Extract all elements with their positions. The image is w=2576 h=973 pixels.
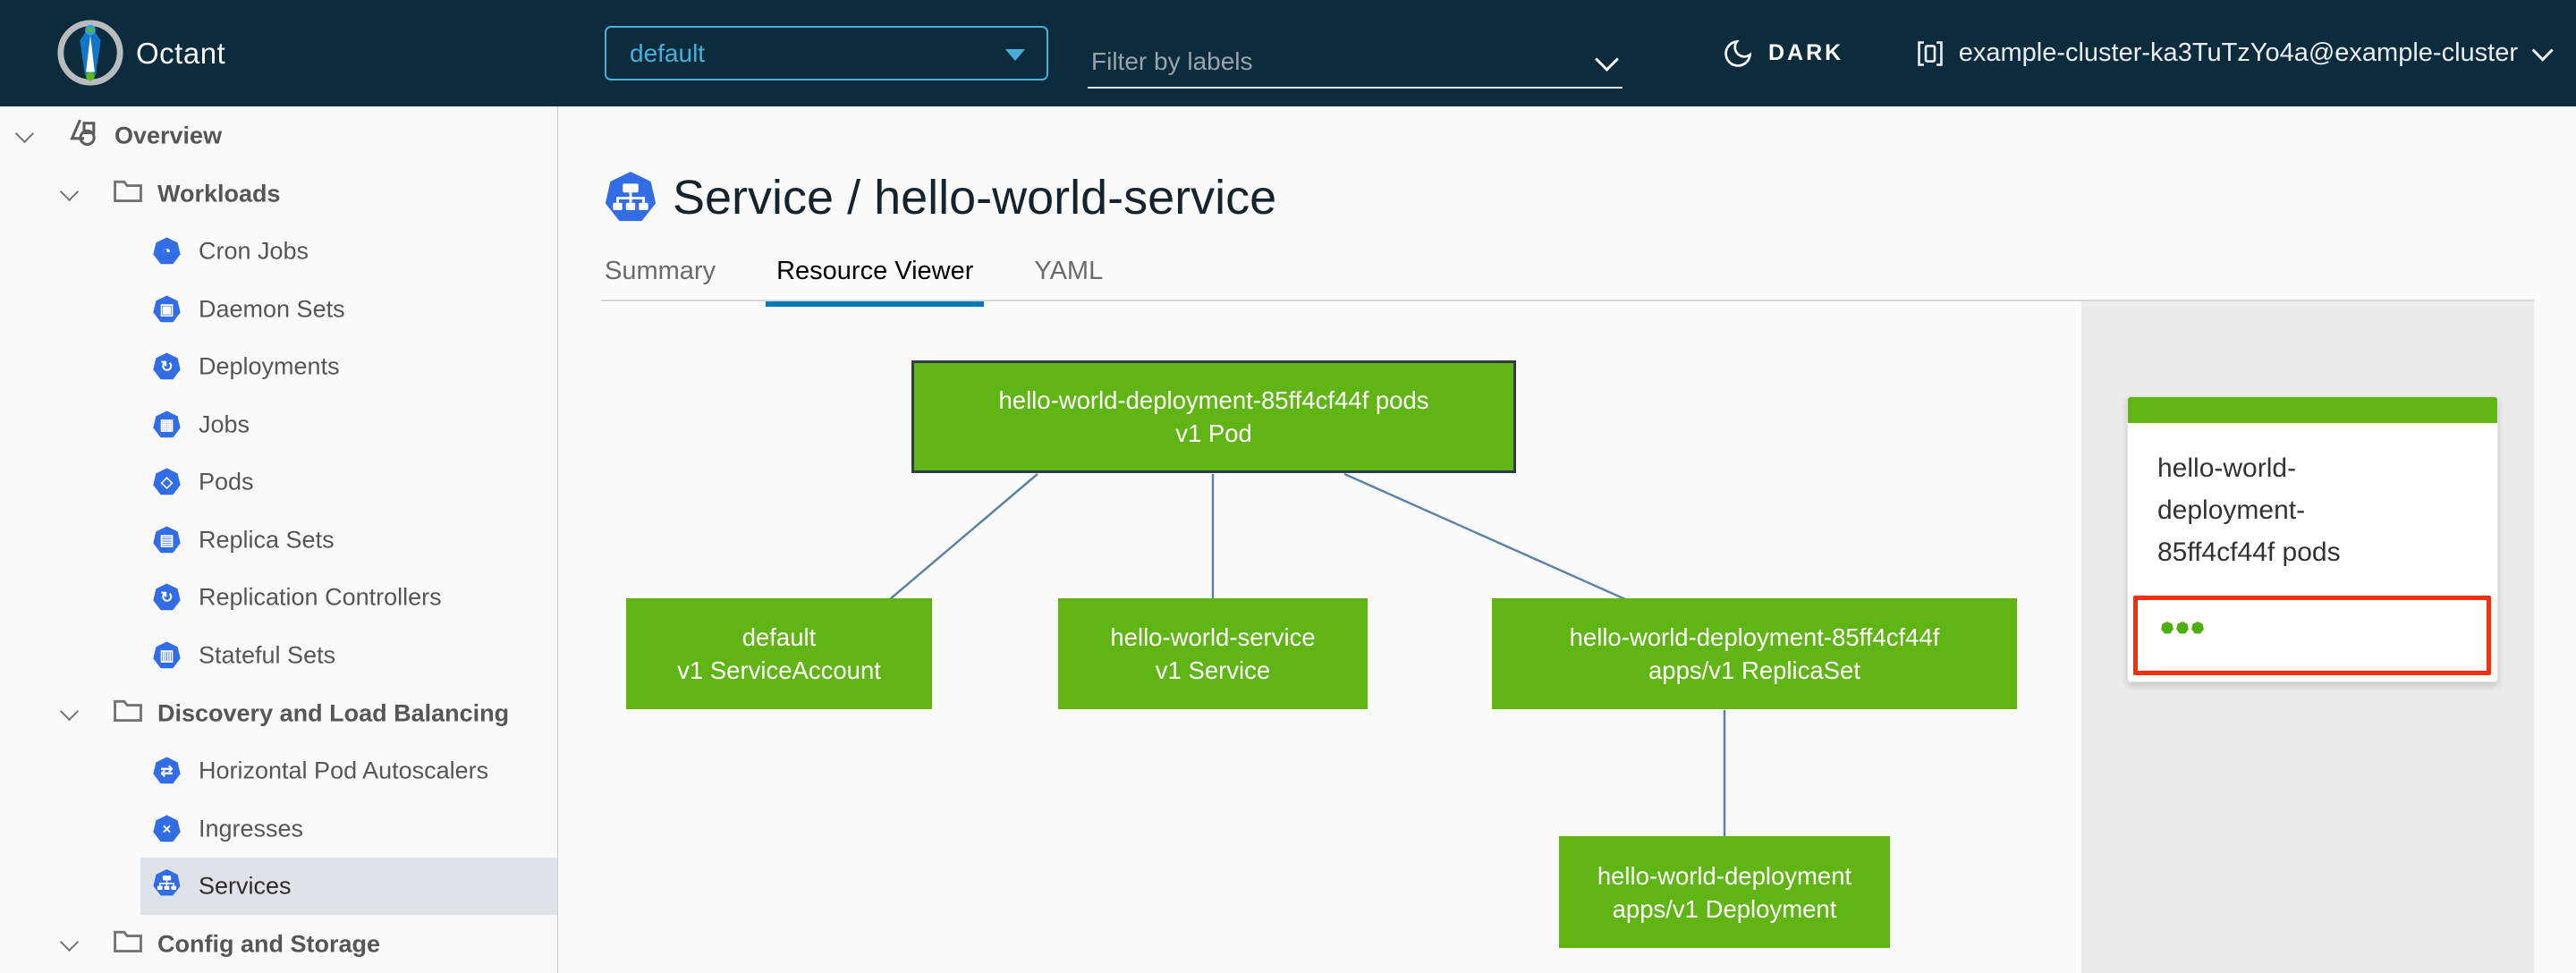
- graph-node-serviceaccount[interactable]: default v1 ServiceAccount: [626, 598, 932, 709]
- caret-down-icon: [1005, 48, 1025, 61]
- deployments-icon: ↻: [153, 352, 181, 380]
- label-filter-input[interactable]: Filter by labels: [1088, 31, 1623, 89]
- sidebar-item-jobs[interactable]: ▦ Jobs: [0, 396, 557, 453]
- sidebar-item-pods[interactable]: ◇ Pods: [0, 453, 557, 511]
- chevron-down-icon[interactable]: [59, 932, 80, 952]
- theme-toggle[interactable]: DARK: [1722, 0, 1843, 106]
- sidebar-item-ingresses[interactable]: × Ingresses: [0, 800, 557, 858]
- sidebar-item-deployments[interactable]: ↻ Deployments: [0, 338, 557, 395]
- edge-pod-serviceaccount: [889, 473, 1038, 600]
- graph-node-pod[interactable]: hello-world-deployment-85ff4cf44f pods v…: [911, 360, 1516, 473]
- service-icon: [605, 172, 657, 222]
- context-selector[interactable]: example-cluster-ka3TuTzYo4a@example-clus…: [1916, 0, 2554, 106]
- sidebar-nav: Overview Workloads ◔ Cron Jobs ▣ Daemon …: [0, 106, 558, 973]
- graph-node-replicaset[interactable]: hello-world-deployment-85ff4cf44f apps/v…: [1492, 598, 2017, 709]
- namespace-value: default: [630, 38, 706, 67]
- pod-status-dots: [2161, 622, 2204, 634]
- octant-app: Octant default Filter by labels DARK exa…: [0, 0, 2576, 973]
- sidebar-item-cron-jobs[interactable]: ◔ Cron Jobs: [0, 223, 557, 280]
- sidebar-item-daemon-sets[interactable]: ▣ Daemon Sets: [0, 281, 557, 338]
- sidebar-item-overview[interactable]: Overview: [0, 107, 557, 165]
- folder-icon: [113, 928, 143, 961]
- resource-graph: hello-world-deployment-85ff4cf44f pods v…: [558, 301, 2081, 973]
- tab-yaml[interactable]: YAML: [1023, 250, 1114, 307]
- pods-icon: ◇: [153, 468, 181, 495]
- sidebar-item-discovery-and-load-balancing[interactable]: Discovery and Load Balancing: [0, 685, 557, 742]
- page-title: Service / hello-world-service: [605, 170, 1276, 225]
- sidebar-item-services[interactable]: Services: [0, 858, 557, 915]
- tab-summary[interactable]: Summary: [594, 250, 726, 307]
- context-label: example-cluster-ka3TuTzYo4a@example-clus…: [1958, 38, 2518, 67]
- app-title: Octant: [136, 37, 226, 70]
- detail-panel: hello-world- deployment- 85ff4cf44f pods: [2081, 301, 2534, 973]
- daemon-sets-icon: ▣: [153, 295, 181, 323]
- card-title: hello-world- deployment- 85ff4cf44f pods: [2157, 453, 2341, 567]
- folder-icon: [113, 698, 143, 731]
- card-status-bar: [2128, 397, 2497, 423]
- overview-icon: [68, 117, 100, 156]
- pod-dot: [2176, 622, 2189, 634]
- services-icon: [153, 869, 181, 903]
- chevron-down-icon[interactable]: [59, 182, 80, 202]
- graph-node-deployment[interactable]: hello-world-deployment apps/v1 Deploymen…: [1559, 836, 1890, 948]
- horizontal-pod-autoscalers-icon: ⇄: [153, 757, 181, 784]
- app-header: Octant default Filter by labels DARK exa…: [0, 0, 2576, 106]
- selected-resource-card: hello-world- deployment- 85ff4cf44f pods: [2127, 396, 2498, 682]
- moon-icon: [1724, 39, 1752, 67]
- tab-bar: Summary Resource Viewer YAML: [594, 250, 1153, 307]
- chevron-down-icon[interactable]: [14, 123, 35, 144]
- pod-dot: [2161, 622, 2174, 634]
- theme-toggle-label: DARK: [1768, 40, 1844, 65]
- octant-logo: [57, 20, 123, 86]
- sidebar-item-replication-controllers[interactable]: ↻ Replication Controllers: [0, 569, 557, 626]
- namespace-dropdown[interactable]: default: [605, 26, 1048, 80]
- replica-sets-icon: ▤: [153, 526, 181, 554]
- pod-dot: [2191, 622, 2204, 634]
- sidebar-item-replica-sets[interactable]: ▤ Replica Sets: [0, 512, 557, 569]
- sidebar-item-workloads[interactable]: Workloads: [0, 165, 557, 223]
- chevron-down-icon[interactable]: [59, 701, 80, 722]
- label-filter-placeholder: Filter by labels: [1091, 47, 1253, 75]
- replication-controllers-icon: ↻: [153, 583, 181, 611]
- sidebar-item-config-and-storage[interactable]: Config and Storage: [0, 916, 557, 973]
- sidebar-item-horizontal-pod-autoscalers[interactable]: ⇄ Horizontal Pod Autoscalers: [0, 742, 557, 800]
- chevron-down-icon[interactable]: [1595, 47, 1619, 72]
- cron-jobs-icon: ◔: [153, 237, 181, 265]
- main-content: Service / hello-world-service Summary Re…: [558, 106, 2576, 973]
- sidebar-item-stateful-sets[interactable]: ▥ Stateful Sets: [0, 627, 557, 684]
- highlight-outline: [2133, 596, 2491, 675]
- folder-icon: [113, 178, 143, 211]
- ingresses-icon: ×: [153, 815, 181, 842]
- stateful-sets-icon: ▥: [153, 641, 181, 669]
- chevron-down-icon: [2531, 39, 2554, 62]
- graph-node-service[interactable]: hello-world-service v1 Service: [1058, 598, 1368, 709]
- cluster-icon: [1917, 40, 1943, 66]
- tab-resource-viewer[interactable]: Resource Viewer: [766, 250, 985, 307]
- scrollbar-gutter[interactable]: [2534, 106, 2576, 973]
- jobs-icon: ▦: [153, 410, 181, 438]
- edge-pod-replicaset: [1343, 472, 1626, 601]
